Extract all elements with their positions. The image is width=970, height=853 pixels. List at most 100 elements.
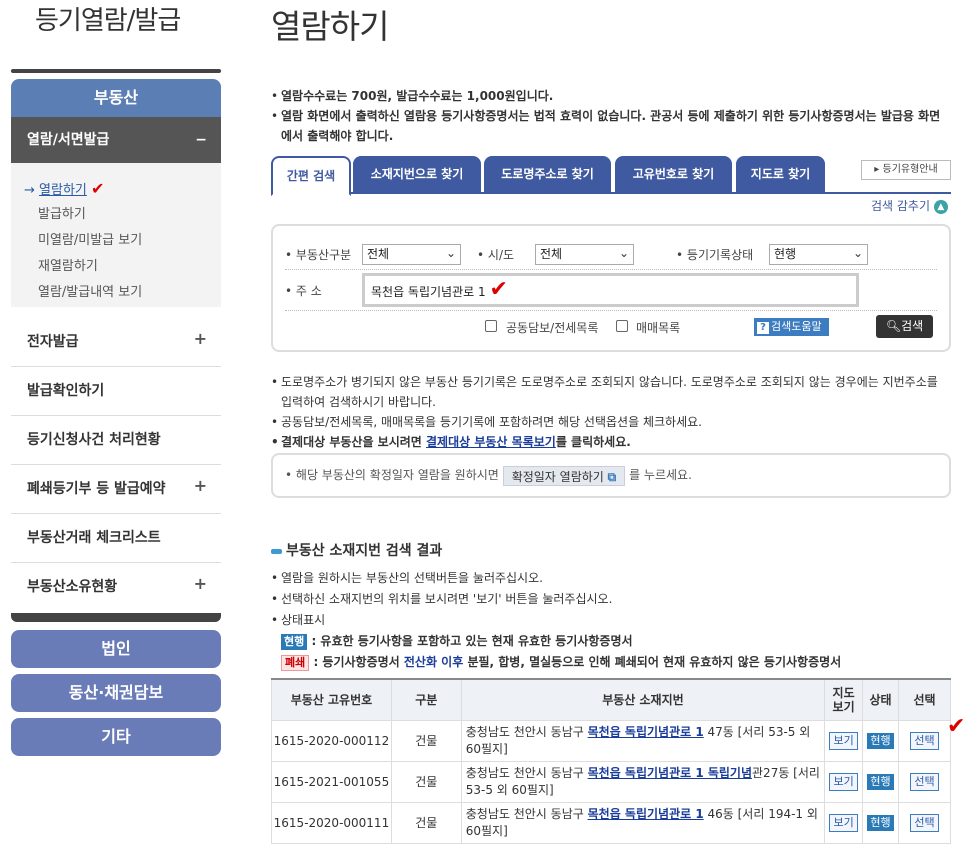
- sidebar-section-view-issue[interactable]: 열람/서면발급 −: [11, 117, 221, 163]
- sidebar-subitem-review[interactable]: 재열람하기: [11, 254, 221, 280]
- category-corporation-button[interactable]: 법인: [11, 630, 221, 668]
- view-map-button[interactable]: 보기: [829, 772, 858, 791]
- property-type-select[interactable]: 전체 ⌄: [362, 244, 461, 265]
- view-map-button[interactable]: 보기: [829, 813, 858, 832]
- address-label: • 주 소: [285, 284, 322, 298]
- info-payment-suffix: 를 클릭하세요.: [555, 435, 631, 449]
- cell-select: 선택: [898, 801, 951, 844]
- confirmation-date-view-button[interactable]: 확정일자 열람하기 ⧉: [502, 465, 626, 486]
- sidebar-item-issue-check[interactable]: 발급확인하기: [11, 367, 221, 416]
- payment-list-link[interactable]: 결제대상 부동산 목록보기: [426, 435, 556, 449]
- joint-collateral-checkbox[interactable]: [485, 320, 497, 332]
- expand-icon[interactable]: +: [194, 559, 207, 608]
- col-header-status: 상태: [862, 678, 900, 721]
- region-select[interactable]: 전체 ⌄: [535, 244, 634, 265]
- info-payment: 결제대상 부동산을 보시려면 결제대상 부동산 목록보기를 클릭하세요.: [271, 432, 951, 452]
- addr-road-link[interactable]: 목천읍 독립기념관로 1 독립기념: [588, 766, 752, 780]
- table-row: 1615-2021-001055 건물 충청남도 천안시 동남구 목천읍 독립기…: [271, 760, 951, 803]
- notice-legal: 열람 화면에서 출력하신 열람용 등기사항증명서는 법적 효력이 없습니다. 관…: [281, 109, 941, 143]
- sale-list-checkbox[interactable]: [616, 320, 628, 332]
- confirm-button-label: 확정일자 열람하기: [511, 469, 604, 484]
- confirm-prefix: •: [285, 468, 296, 482]
- external-link-icon: ⧉: [607, 469, 617, 484]
- result-info-status: 상태표시: [271, 610, 951, 631]
- tab-road-address[interactable]: 도로명주소로 찾기: [484, 156, 611, 194]
- property-type-label: • 부동산구분: [285, 248, 352, 262]
- cell-select: 선택: [898, 760, 951, 803]
- cell-map: 보기: [824, 760, 864, 803]
- sidebar-submenu: → 열람하기 ✔ 발급하기 미열람/미발급 보기 재열람하기 열람/발급내역 보…: [11, 163, 221, 307]
- status-badge: 현행: [867, 814, 894, 831]
- table-header-row: 부동산 고유번호 구분 부동산 소재지번 지도 보기 상태 선택: [271, 678, 951, 721]
- result-title-text: 부동산 소재지번 검색 결과: [286, 543, 443, 559]
- sidebar-subitem-view[interactable]: → 열람하기 ✔: [11, 176, 221, 202]
- table-row: 1615-2020-000111 건물 충청남도 천안시 동남구 목천읍 독립기…: [271, 801, 951, 844]
- status-closed-text: : 등기사항증명서: [313, 655, 404, 669]
- record-status-label: • 등기기록상태: [676, 248, 754, 262]
- cell-type: 건물: [390, 760, 462, 803]
- expand-icon[interactable]: +: [194, 314, 207, 363]
- sidebar-subitem-issue[interactable]: 발급하기: [11, 202, 221, 228]
- tab-lot-number[interactable]: 소재지번으로 찾기: [353, 156, 481, 194]
- info-option: 공동담보/전세목록, 매매목록을 등기기록에 포함하려면 해당 선택옵션을 체크…: [271, 412, 951, 432]
- status-closed-highlight: 전산화 이후: [403, 655, 464, 669]
- cell-address: 충청남도 천안시 동남구 목천읍 독립기념관로 1 독립기념관27동 [서리 5…: [460, 760, 826, 803]
- tab-map[interactable]: 지도로 찾기: [736, 156, 825, 194]
- cell-map: 보기: [824, 801, 864, 844]
- search-guidance: 도로명주소가 병기되지 않은 부동산 등기기록은 도로명주소로 조회되지 않습니…: [271, 372, 951, 452]
- addr-road-link[interactable]: 목천읍 독립기념관로 1: [588, 725, 704, 739]
- sidebar-item-label: 등기신청사건 처리현황: [27, 432, 161, 448]
- sale-list-label: 매매목록: [636, 321, 681, 335]
- col-header-id: 부동산 고유번호: [271, 678, 392, 721]
- cell-status: 현행: [862, 760, 900, 803]
- category-real-estate-button[interactable]: 부동산: [11, 79, 221, 117]
- confirm-prefix-text: 해당 부동산의 확정일자 열람을 원하시면: [295, 468, 499, 482]
- expand-icon[interactable]: +: [194, 461, 207, 510]
- addr-prefix: 충청남도 천안시 동남구: [465, 765, 588, 780]
- registry-type-guide-button[interactable]: ▸ 등기유형안내: [861, 160, 951, 180]
- search-button[interactable]: 🔍︎검색: [876, 315, 933, 338]
- cell-id: 1615-2021-001055: [271, 760, 392, 803]
- region-value: 전체: [540, 247, 563, 261]
- category-etc-button[interactable]: 기타: [11, 718, 221, 756]
- checkmark-icon: ✔: [489, 277, 508, 302]
- joint-collateral-label: 공동담보/전세목록: [506, 321, 599, 335]
- sidebar-item-checklist[interactable]: 부동산거래 체크리스트: [11, 514, 221, 563]
- select-button[interactable]: 선택: [910, 731, 939, 750]
- search-panel: • 부동산구분 전체 ⌄ • 시/도 전체 ⌄ • 등기기록상태 현행 ⌄ • 주 소…: [271, 224, 951, 352]
- cell-id: 1615-2020-000112: [271, 719, 392, 762]
- addr-road-link[interactable]: 목천읍 독립기념관로 1: [588, 807, 704, 821]
- sidebar-subitem-unviewed[interactable]: 미열람/미발급 보기: [11, 228, 221, 254]
- select-button[interactable]: 선택: [910, 813, 939, 832]
- search-help-button[interactable]: ? 검색도움말: [754, 318, 829, 336]
- status-badge: 폐쇄: [281, 655, 310, 671]
- tab-unique-number[interactable]: 고유번호로 찾기: [615, 156, 732, 194]
- address-input[interactable]: 목천읍 독립기념관로 1 ✔: [362, 273, 859, 307]
- status-badge: 현행: [281, 634, 308, 650]
- hide-search-label: 검색 감추기: [871, 199, 931, 213]
- sidebar-subitem-history[interactable]: 열람/발급내역 보기: [11, 280, 221, 306]
- tab-simple-search[interactable]: 간편 검색: [271, 156, 351, 196]
- heading-bar-icon: [271, 548, 282, 554]
- sidebar-item-case-status[interactable]: 등기신청사건 처리현황: [11, 416, 221, 465]
- view-map-button[interactable]: 보기: [829, 731, 858, 750]
- hide-search-link[interactable]: 검색 감추기 ▲: [871, 197, 948, 214]
- divider: [285, 310, 937, 311]
- sidebar-item-e-issue[interactable]: 전자발급 +: [11, 318, 221, 367]
- sidebar-title: 등기열람/발급: [35, 6, 181, 36]
- sidebar-item-label: 폐쇄등기부 등 발급예약: [27, 481, 166, 497]
- addr-prefix: 충청남도 천안시 동남구: [465, 724, 588, 739]
- sidebar-item-closed-reservation[interactable]: 폐쇄등기부 등 발급예약 +: [11, 465, 221, 514]
- collapse-icon[interactable]: −: [195, 117, 207, 163]
- status-badge: 현행: [867, 773, 894, 790]
- record-status-label-text: 등기기록상태: [686, 248, 754, 262]
- search-help-label: 검색도움말: [771, 320, 822, 333]
- cell-id: 1615-2020-000111: [271, 801, 392, 844]
- sidebar-item-ownership[interactable]: 부동산소유현황 +: [11, 563, 221, 612]
- info-road-address: 도로명주소가 병기되지 않은 부동산 등기기록은 도로명주소로 조회되지 않습니…: [271, 372, 951, 412]
- record-status-select[interactable]: 현행 ⌄: [769, 244, 868, 265]
- select-button[interactable]: 선택: [910, 772, 939, 791]
- category-movable-button[interactable]: 동산·채권담보: [11, 674, 221, 712]
- table-row: 1615-2020-000112 건물 충청남도 천안시 동남구 목천읍 독립기…: [271, 719, 951, 762]
- page-title: 열람하기: [271, 7, 389, 46]
